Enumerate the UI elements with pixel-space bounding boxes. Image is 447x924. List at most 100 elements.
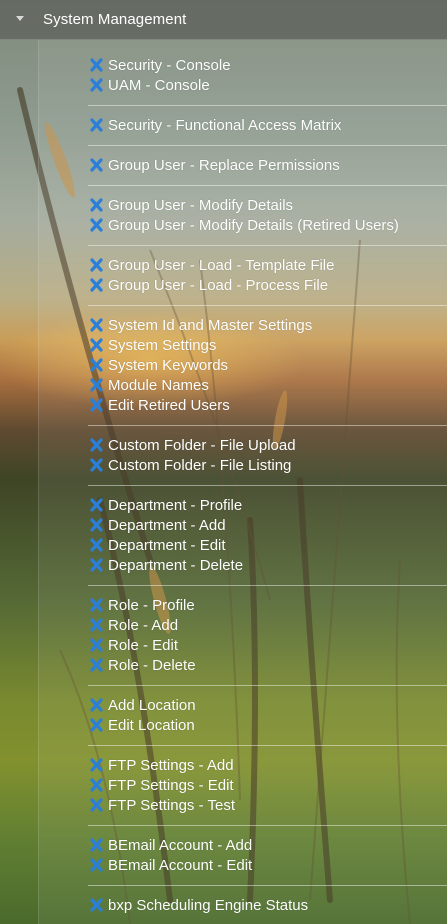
menu-item-label: Module Names: [108, 376, 209, 394]
panel-title: System Management: [43, 11, 187, 28]
group-divider: [88, 685, 447, 686]
menu-item[interactable]: Group User - Modify Details (Retired Use…: [90, 215, 399, 235]
remove-x-icon[interactable]: [90, 378, 103, 392]
menu-item-label: Group User - Replace Permissions: [108, 156, 340, 174]
remove-x-icon[interactable]: [90, 498, 103, 512]
remove-x-icon[interactable]: [90, 598, 103, 612]
remove-x-icon[interactable]: [90, 858, 103, 872]
menu-item[interactable]: Module Names: [90, 375, 209, 395]
menu-item-label: System Keywords: [108, 356, 229, 374]
menu-item[interactable]: Security - Console: [90, 55, 231, 75]
remove-x-icon[interactable]: [90, 318, 103, 332]
remove-x-icon[interactable]: [90, 278, 103, 292]
menu-item-label: Add Location: [108, 696, 196, 714]
menu-item[interactable]: Department - Profile: [90, 495, 242, 515]
menu-item[interactable]: FTP Settings - Edit: [90, 775, 234, 795]
remove-x-icon[interactable]: [90, 698, 103, 712]
menu-item[interactable]: Group User - Replace Permissions: [90, 155, 340, 175]
remove-x-icon[interactable]: [90, 398, 103, 412]
group-divider: [88, 745, 447, 746]
remove-x-icon[interactable]: [90, 638, 103, 652]
remove-x-icon[interactable]: [90, 258, 103, 272]
remove-x-icon[interactable]: [90, 338, 103, 352]
menu-item[interactable]: Department - Delete: [90, 555, 243, 575]
menu-item[interactable]: BEmail Account - Add: [90, 835, 252, 855]
remove-x-icon[interactable]: [90, 438, 103, 452]
menu-item[interactable]: UAM - Console: [90, 75, 210, 95]
remove-x-icon[interactable]: [90, 798, 103, 812]
menu-item[interactable]: bxp Scheduling Engine Status: [90, 895, 308, 915]
menu-item-label: Department - Add: [108, 516, 226, 534]
menu-item[interactable]: Security - Functional Access Matrix: [90, 115, 341, 135]
menu-item[interactable]: Group User - Load - Template File: [90, 255, 335, 275]
remove-x-icon[interactable]: [90, 658, 103, 672]
group-divider: [88, 825, 447, 826]
menu-item-label: Role - Delete: [108, 656, 196, 674]
menu-item-label: FTP Settings - Add: [108, 756, 234, 774]
remove-x-icon[interactable]: [90, 538, 103, 552]
menu-item-label: System Id and Master Settings: [108, 316, 313, 334]
remove-x-icon[interactable]: [90, 198, 103, 212]
remove-x-icon[interactable]: [90, 518, 103, 532]
remove-x-icon[interactable]: [90, 838, 103, 852]
remove-x-icon[interactable]: [90, 118, 103, 132]
menu-item-label: UAM - Console: [108, 76, 210, 94]
remove-x-icon[interactable]: [90, 618, 103, 632]
remove-x-icon[interactable]: [90, 78, 103, 92]
menu-item[interactable]: Department - Add: [90, 515, 226, 535]
group-divider: [88, 585, 447, 586]
menu-item[interactable]: Role - Delete: [90, 655, 196, 675]
menu-item-label: Department - Profile: [108, 496, 243, 514]
menu-item[interactable]: Group User - Load - Process File: [90, 275, 328, 295]
menu-item[interactable]: Role - Profile: [90, 595, 195, 615]
remove-x-icon[interactable]: [90, 218, 103, 232]
group-divider: [88, 245, 447, 246]
menu-item-label: Role - Add: [108, 616, 179, 634]
menu-item-label: Group User - Load - Template File: [108, 256, 335, 274]
group-divider: [88, 305, 447, 306]
remove-x-icon[interactable]: [90, 558, 103, 572]
group-divider: [88, 485, 447, 486]
menu-item[interactable]: Group User - Modify Details: [90, 195, 293, 215]
group-divider: [88, 885, 447, 886]
menu-item-label: bxp Scheduling Engine Status: [108, 896, 309, 914]
group-divider: [88, 425, 447, 426]
remove-x-icon[interactable]: [90, 458, 103, 472]
group-divider: [88, 185, 447, 186]
menu-item[interactable]: Edit Location: [90, 715, 195, 735]
menu-item[interactable]: FTP Settings - Add: [90, 755, 234, 775]
menu-item-label: FTP Settings - Edit: [108, 776, 234, 794]
menu-item[interactable]: Custom Folder - File Upload: [90, 435, 296, 455]
menu-item-label: Department - Delete: [108, 556, 244, 574]
menu-item-label: Custom Folder - File Upload: [108, 436, 296, 454]
remove-x-icon[interactable]: [90, 718, 103, 732]
menu-item[interactable]: Custom Folder - File Listing: [90, 455, 291, 475]
menu-item-label: Group User - Modify Details: [108, 196, 294, 214]
menu-item-label: Group User - Modify Details (Retired Use…: [108, 216, 399, 234]
menu-item-label: Security - Functional Access Matrix: [108, 116, 342, 134]
menu-item-label: Custom Folder - File Listing: [108, 456, 292, 474]
remove-x-icon[interactable]: [90, 758, 103, 772]
menu-item[interactable]: Role - Add: [90, 615, 178, 635]
menu-item-label: Group User - Load - Process File: [108, 276, 329, 294]
menu-item-label: Department - Edit: [108, 536, 226, 554]
remove-x-icon[interactable]: [90, 58, 103, 72]
menu-item-label: Edit Retired Users: [108, 396, 230, 414]
remove-x-icon[interactable]: [90, 358, 103, 372]
menu-item[interactable]: Role - Edit: [90, 635, 178, 655]
menu-item[interactable]: BEmail Account - Edit: [90, 855, 252, 875]
system-management-header[interactable]: System Management: [0, 0, 447, 40]
menu-item[interactable]: System Id and Master Settings: [90, 315, 312, 335]
menu-item[interactable]: Department - Edit: [90, 535, 226, 555]
menu-item-label: Edit Location: [108, 716, 195, 734]
menu-item[interactable]: System Settings: [90, 335, 216, 355]
caret-down-icon[interactable]: [16, 16, 24, 21]
menu-item[interactable]: Add Location: [90, 695, 196, 715]
remove-x-icon[interactable]: [90, 778, 103, 792]
menu-item[interactable]: FTP Settings - Test: [90, 795, 235, 815]
menu-item[interactable]: Edit Retired Users: [90, 395, 230, 415]
remove-x-icon[interactable]: [90, 158, 103, 172]
menu-item[interactable]: System Keywords: [90, 355, 228, 375]
menu-item-label: FTP Settings - Test: [108, 796, 235, 814]
remove-x-icon[interactable]: [90, 898, 103, 912]
